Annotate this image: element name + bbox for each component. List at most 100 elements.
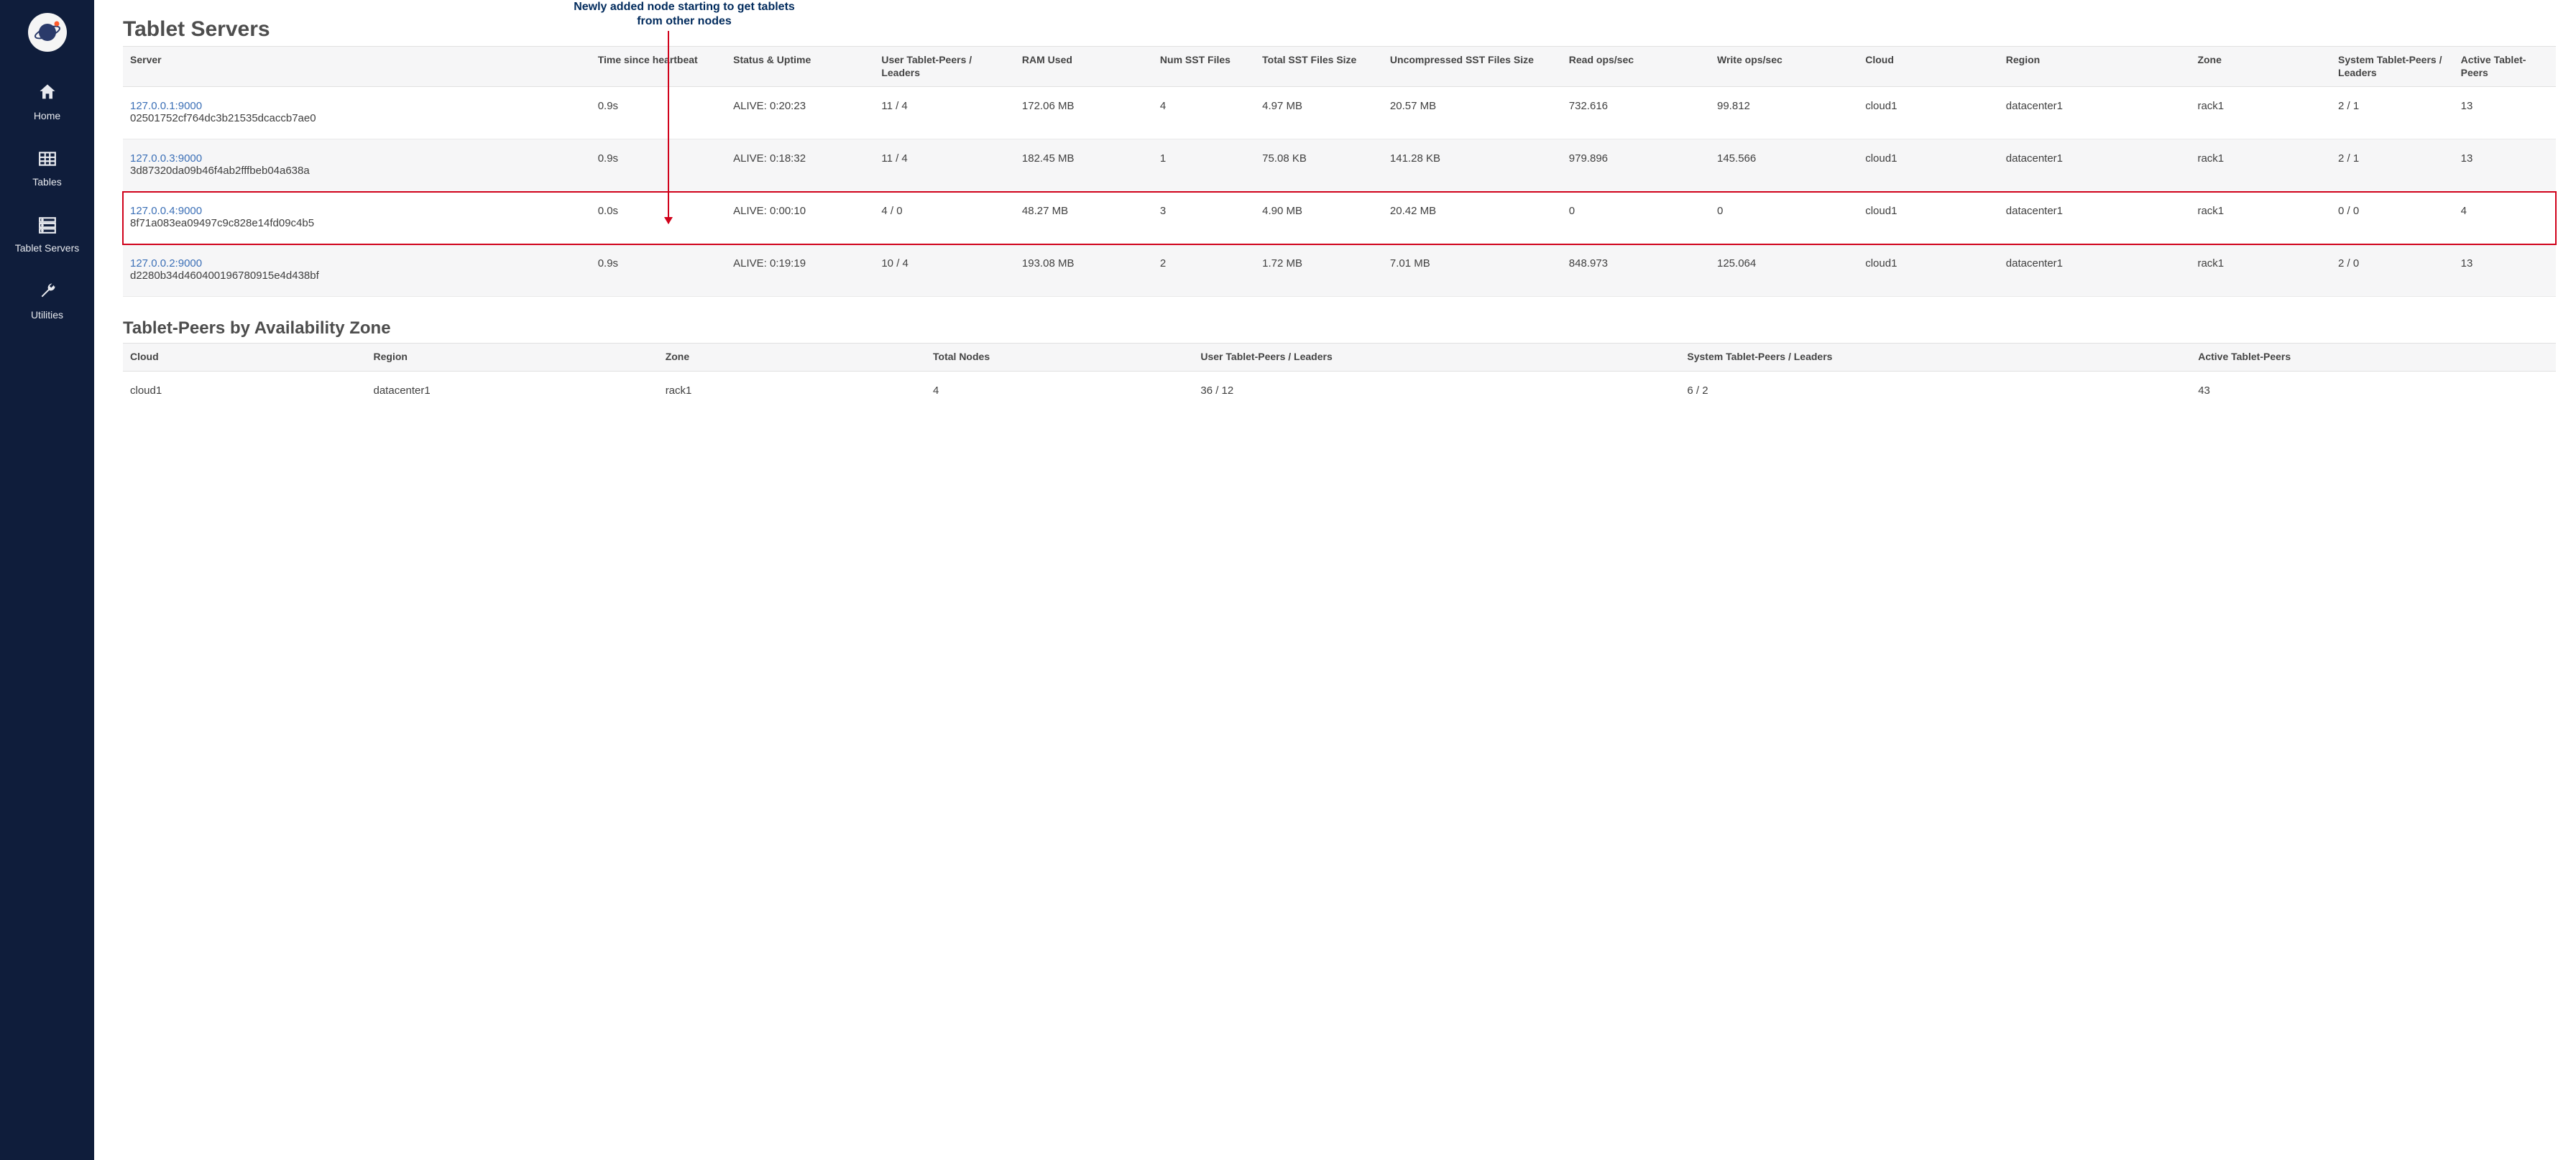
- cell-status: ALIVE: 0:19:19: [726, 244, 874, 297]
- cell-read-ops: 0: [1562, 192, 1710, 244]
- col-write-ops[interactable]: Write ops/sec: [1710, 47, 1858, 87]
- zcol-total-nodes[interactable]: Total Nodes: [926, 344, 1193, 372]
- tablet-servers-table: Server Time since heartbeat Status & Upt…: [123, 46, 2556, 297]
- planet-icon: [33, 18, 62, 47]
- cell-cloud: cloud1: [1858, 87, 1999, 139]
- col-server[interactable]: Server: [123, 47, 591, 87]
- cell-zone: rack1: [2190, 244, 2331, 297]
- col-region[interactable]: Region: [1999, 47, 2191, 87]
- zcol-region[interactable]: Region: [367, 344, 658, 372]
- zcol-cloud[interactable]: Cloud: [123, 344, 367, 372]
- cell-sys-peers: 2 / 0: [2331, 244, 2454, 297]
- zcell-active-peers: 43: [2191, 371, 2556, 410]
- cell-region: datacenter1: [1999, 244, 2191, 297]
- nav-home-label: Home: [34, 110, 60, 122]
- cell-user-peers: 11 / 4: [874, 139, 1015, 192]
- zones-header-row: Cloud Region Zone Total Nodes User Table…: [123, 344, 2556, 372]
- cell-write-ops: 125.064: [1710, 244, 1858, 297]
- col-status[interactable]: Status & Uptime: [726, 47, 874, 87]
- tables-icon: [37, 149, 58, 170]
- zcol-active-peers[interactable]: Active Tablet-Peers: [2191, 344, 2556, 372]
- cell-num-sst: 4: [1153, 87, 1255, 139]
- nav-tables-label: Tables: [32, 176, 61, 188]
- cell-total-sst: 4.90 MB: [1255, 192, 1383, 244]
- zcell-sys-peers: 6 / 2: [1680, 371, 2191, 410]
- cell-active-peers: 13: [2454, 139, 2556, 192]
- col-cloud[interactable]: Cloud: [1858, 47, 1999, 87]
- cell-active-peers: 4: [2454, 192, 2556, 244]
- logo[interactable]: [28, 13, 67, 52]
- nav-tablet-servers[interactable]: Tablet Servers: [0, 216, 94, 254]
- cell-user-peers: 10 / 4: [874, 244, 1015, 297]
- zcell-zone: rack1: [658, 371, 926, 410]
- server-hash: d2280b34d460400196780915e4d438bf: [130, 270, 319, 282]
- cell-zone: rack1: [2190, 192, 2331, 244]
- zones-table: Cloud Region Zone Total Nodes User Table…: [123, 343, 2556, 410]
- cell-active-peers: 13: [2454, 87, 2556, 139]
- col-sst-num[interactable]: Num SST Files: [1153, 47, 1255, 87]
- home-icon: [37, 82, 58, 104]
- server-link[interactable]: 127.0.0.4:9000: [130, 205, 202, 217]
- nav-utilities-label: Utilities: [31, 309, 63, 321]
- cell-region: datacenter1: [1999, 139, 2191, 192]
- cell-user-peers: 11 / 4: [874, 87, 1015, 139]
- table-row: 127.0.0.4:90008f71a083ea09497c9c828e14fd…: [123, 192, 2556, 244]
- cell-uncomp-sst: 141.28 KB: [1383, 139, 1562, 192]
- col-user-peers[interactable]: User Tablet-Peers / Leaders: [874, 47, 1015, 87]
- cell-region: datacenter1: [1999, 87, 2191, 139]
- zcol-zone[interactable]: Zone: [658, 344, 926, 372]
- cell-uncomp-sst: 7.01 MB: [1383, 244, 1562, 297]
- cell-uncomp-sst: 20.42 MB: [1383, 192, 1562, 244]
- cell-status: ALIVE: 0:00:10: [726, 192, 874, 244]
- col-read-ops[interactable]: Read ops/sec: [1562, 47, 1710, 87]
- col-active-peers[interactable]: Active Tablet-Peers: [2454, 47, 2556, 87]
- cell-sys-peers: 2 / 1: [2331, 87, 2454, 139]
- cell-sys-peers: 0 / 0: [2331, 192, 2454, 244]
- server-hash: 02501752cf764dc3b21535dcaccb7ae0: [130, 112, 316, 124]
- cell-heartbeat: 0.9s: [591, 244, 726, 297]
- col-ram[interactable]: RAM Used: [1015, 47, 1153, 87]
- nav-tables[interactable]: Tables: [0, 149, 94, 188]
- zcell-user-peers: 36 / 12: [1193, 371, 1680, 410]
- col-sst-total[interactable]: Total SST Files Size: [1255, 47, 1383, 87]
- col-heartbeat[interactable]: Time since heartbeat: [591, 47, 726, 87]
- cell-active-peers: 13: [2454, 244, 2556, 297]
- cell-cloud: cloud1: [1858, 192, 1999, 244]
- zcol-user-peers[interactable]: User Tablet-Peers / Leaders: [1193, 344, 1680, 372]
- cell-read-ops: 732.616: [1562, 87, 1710, 139]
- server-link[interactable]: 127.0.0.1:9000: [130, 100, 202, 112]
- cell-total-sst: 75.08 KB: [1255, 139, 1383, 192]
- zones-section-title: Tablet-Peers by Availability Zone: [123, 318, 2556, 339]
- nav-home[interactable]: Home: [0, 82, 94, 122]
- cell-zone: rack1: [2190, 139, 2331, 192]
- cell-heartbeat: 0.9s: [591, 87, 726, 139]
- servers-header-row: Server Time since heartbeat Status & Upt…: [123, 47, 2556, 87]
- server-link[interactable]: 127.0.0.2:9000: [130, 257, 202, 270]
- zcell-cloud: cloud1: [123, 371, 367, 410]
- cell-num-sst: 3: [1153, 192, 1255, 244]
- cell-heartbeat: 0.0s: [591, 192, 726, 244]
- servers-icon: [36, 216, 59, 236]
- cell-read-ops: 979.896: [1562, 139, 1710, 192]
- sidebar: Home Tables Tablet Servers: [0, 0, 94, 1160]
- cell-write-ops: 99.812: [1710, 87, 1858, 139]
- cell-zone: rack1: [2190, 87, 2331, 139]
- zcell-total-nodes: 4: [926, 371, 1193, 410]
- cell-write-ops: 145.566: [1710, 139, 1858, 192]
- zcol-sys-peers[interactable]: System Tablet-Peers / Leaders: [1680, 344, 2191, 372]
- cell-total-sst: 1.72 MB: [1255, 244, 1383, 297]
- col-sst-uncomp[interactable]: Uncompressed SST Files Size: [1383, 47, 1562, 87]
- cell-status: ALIVE: 0:20:23: [726, 87, 874, 139]
- nav-utilities[interactable]: Utilities: [0, 281, 94, 321]
- table-row: 127.0.0.1:900002501752cf764dc3b21535dcac…: [123, 87, 2556, 139]
- server-link[interactable]: 127.0.0.3:9000: [130, 152, 202, 165]
- cell-user-peers: 4 / 0: [874, 192, 1015, 244]
- col-zone[interactable]: Zone: [2190, 47, 2331, 87]
- cell-uncomp-sst: 20.57 MB: [1383, 87, 1562, 139]
- server-hash: 3d87320da09b46f4ab2fffbeb04a638a: [130, 165, 310, 177]
- cell-ram: 48.27 MB: [1015, 192, 1153, 244]
- table-row: cloud1datacenter1rack1436 / 126 / 243: [123, 371, 2556, 410]
- table-row: 127.0.0.2:9000d2280b34d460400196780915e4…: [123, 244, 2556, 297]
- cell-num-sst: 1: [1153, 139, 1255, 192]
- col-sys-peers[interactable]: System Tablet-Peers / Leaders: [2331, 47, 2454, 87]
